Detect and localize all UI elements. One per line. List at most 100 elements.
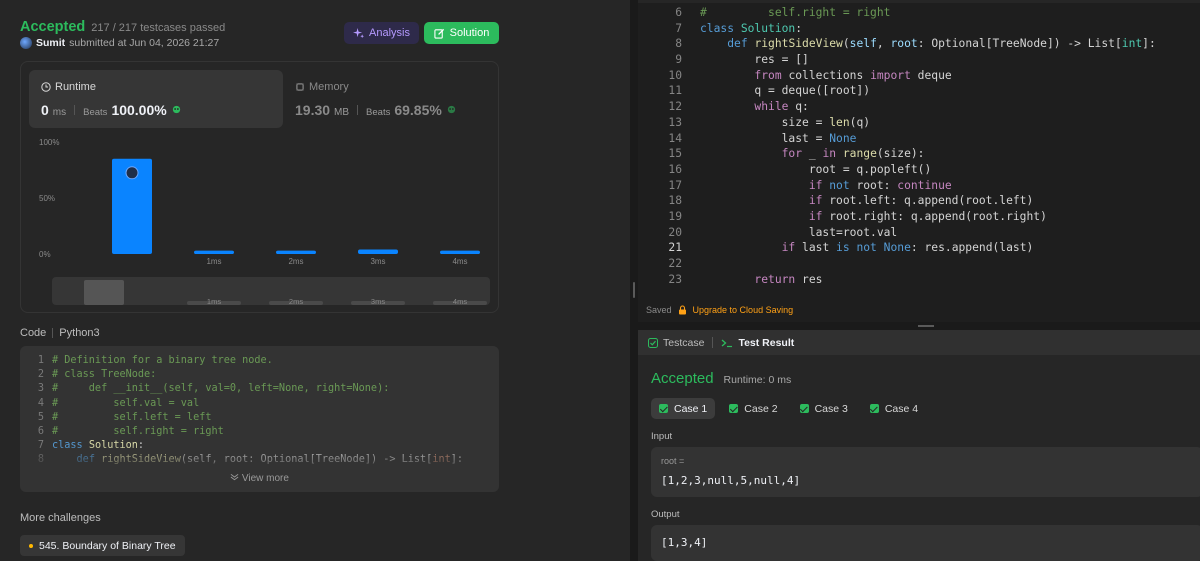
x-tick-label: 4ms xyxy=(452,257,467,266)
panel-resizer[interactable] xyxy=(630,0,638,561)
code-line: 14 last = None xyxy=(638,131,1156,147)
editor-lines[interactable]: 6 # self.right = right 7 class Solution: 8 d… xyxy=(638,5,1156,287)
code-line: 8 def rightSideView(self, root: Optional… xyxy=(638,36,1156,52)
view-more-button[interactable]: View more xyxy=(20,473,499,484)
line-text: # def __init__(self, val=0, left=None, r… xyxy=(52,383,390,395)
difficulty-dot xyxy=(29,543,33,548)
upgrade-link[interactable]: Upgrade to Cloud Saving xyxy=(693,305,794,315)
code-line: 22 xyxy=(638,256,1156,272)
case-label: Case 1 xyxy=(674,402,708,415)
avatar[interactable] xyxy=(20,37,32,49)
code-header: Code Python3 xyxy=(20,327,100,339)
output-box[interactable]: [1,3,4] xyxy=(651,525,1200,561)
input-value: [1,2,3,null,5,null,4] xyxy=(661,474,801,487)
line-number: 19 xyxy=(668,209,682,223)
case-label: Case 2 xyxy=(744,402,778,415)
runtime-distribution-chart[interactable]: 100% 50% 0% 1ms 2ms 3ms 4ms 1ms 2ms 3ms 4ms xyxy=(21,62,500,314)
divider xyxy=(52,328,54,338)
navigator-label: 1ms xyxy=(207,297,221,306)
line-text: last=root.val xyxy=(700,225,898,239)
case-tab-3[interactable]: Case 3 xyxy=(792,398,856,419)
tab-testcase[interactable]: Testcase xyxy=(648,337,704,349)
navigator-window[interactable] xyxy=(84,280,124,305)
case-tab-1[interactable]: Case 1 xyxy=(651,398,716,419)
line-text: last = None xyxy=(700,131,857,145)
submitter-name[interactable]: Sumit xyxy=(36,37,65,49)
line-text: # self.val = val xyxy=(52,397,200,409)
line-number: 11 xyxy=(668,84,682,98)
line-number: 6 xyxy=(675,6,682,19)
line-text: # class TreeNode: xyxy=(52,369,157,381)
resize-grip[interactable] xyxy=(633,282,635,298)
line-number: 2 xyxy=(37,369,44,381)
line-number: 1 xyxy=(37,355,44,366)
code-line: 5 # self.left = left xyxy=(30,411,463,425)
line-number: 14 xyxy=(668,131,682,145)
y-tick-label: 100% xyxy=(39,138,59,147)
navigator-label: 2ms xyxy=(289,297,303,306)
sparkle-icon xyxy=(353,27,365,38)
x-tick-label: 1ms xyxy=(206,257,221,266)
line-text: size = len(q) xyxy=(700,115,871,129)
chart-bar[interactable] xyxy=(194,250,234,254)
input-box[interactable]: root = [1,2,3,null,5,null,4] xyxy=(651,447,1200,497)
tab-test-result[interactable]: Test Result xyxy=(721,337,794,349)
line-text: res = [] xyxy=(700,53,809,67)
user-avatar-marker xyxy=(125,166,139,180)
case-tabs: Case 1 Case 2 Case 3 Case 4 xyxy=(651,398,926,419)
x-tick-label: 2ms xyxy=(288,257,303,266)
line-number: 20 xyxy=(668,225,682,239)
chart-bar[interactable] xyxy=(276,250,316,254)
edit-icon xyxy=(433,28,444,39)
submission-status: Accepted 217 / 217 testcases passed xyxy=(20,19,225,35)
code-line: 9 res = [] xyxy=(638,52,1156,68)
result-status: Accepted Runtime: 0 ms xyxy=(651,370,791,387)
chevron-down-icon xyxy=(230,473,239,481)
code-line: 12 while q: xyxy=(638,99,1156,115)
check-icon xyxy=(659,404,668,413)
navigator-label: 3ms xyxy=(371,297,385,306)
line-number: 16 xyxy=(668,162,682,176)
chart-bar[interactable] xyxy=(440,250,480,254)
terminal-icon xyxy=(722,339,733,347)
line-text: q = deque([root]) xyxy=(700,84,871,98)
code-line: 1 # Definition for a binary tree node. xyxy=(30,354,463,368)
output-value: [1,3,4] xyxy=(661,536,708,549)
code-line: 10 from collections import deque xyxy=(638,68,1156,84)
solution-label: Solution xyxy=(449,27,490,39)
line-number: 21 xyxy=(668,241,682,255)
line-text: if last is not None: res.append(last) xyxy=(781,241,1034,255)
code-line: 19 if root.right: q.append(root.right) xyxy=(638,209,1156,225)
line-text: while q: xyxy=(754,100,809,114)
check-icon xyxy=(729,404,739,413)
line-number: 3 xyxy=(37,383,44,395)
line-text: # Definition for a binary tree node. xyxy=(52,355,273,366)
code-line: 3 # def __init__(self, val=0, left=None, … xyxy=(30,382,463,396)
status-accepted: Accepted xyxy=(20,19,86,35)
input-variable: root = xyxy=(661,456,685,466)
input-label: Input xyxy=(651,431,673,442)
case-tab-4[interactable]: Case 4 xyxy=(862,398,926,419)
code-line: 15 for _ in range(size): xyxy=(638,146,1156,162)
testcases-passed: 217 / 217 testcases passed xyxy=(91,22,226,34)
line-text: if root.right: q.append(root.right) xyxy=(808,209,1047,223)
more-challenges-title: More challenges xyxy=(20,512,101,524)
view-more-label: View more xyxy=(241,473,289,484)
challenge-link[interactable]: 545. Boundary of Binary Tree xyxy=(20,535,185,556)
solution-button[interactable]: Solution xyxy=(424,22,499,44)
divider xyxy=(712,337,714,348)
line-text: class Solution: xyxy=(700,21,803,35)
line-number: 18 xyxy=(668,194,682,208)
code-line: 16 root = q.popleft() xyxy=(638,162,1156,178)
code-line: 17 if not root: continue xyxy=(638,178,1156,194)
chart-bar[interactable] xyxy=(358,249,398,254)
resize-grip[interactable] xyxy=(918,325,934,327)
code-title: Code xyxy=(20,327,47,339)
case-tab-2[interactable]: Case 2 xyxy=(721,398,785,419)
editor-result-resizer[interactable] xyxy=(638,322,1200,330)
tab-testcase-label: Testcase xyxy=(663,336,705,349)
code-fade xyxy=(20,444,499,474)
code-editor[interactable]: 6 # self.right = right 7 class Solution: 8 d… xyxy=(638,0,1200,322)
analysis-button[interactable]: Analysis xyxy=(344,22,419,44)
line-number: 15 xyxy=(668,147,682,161)
